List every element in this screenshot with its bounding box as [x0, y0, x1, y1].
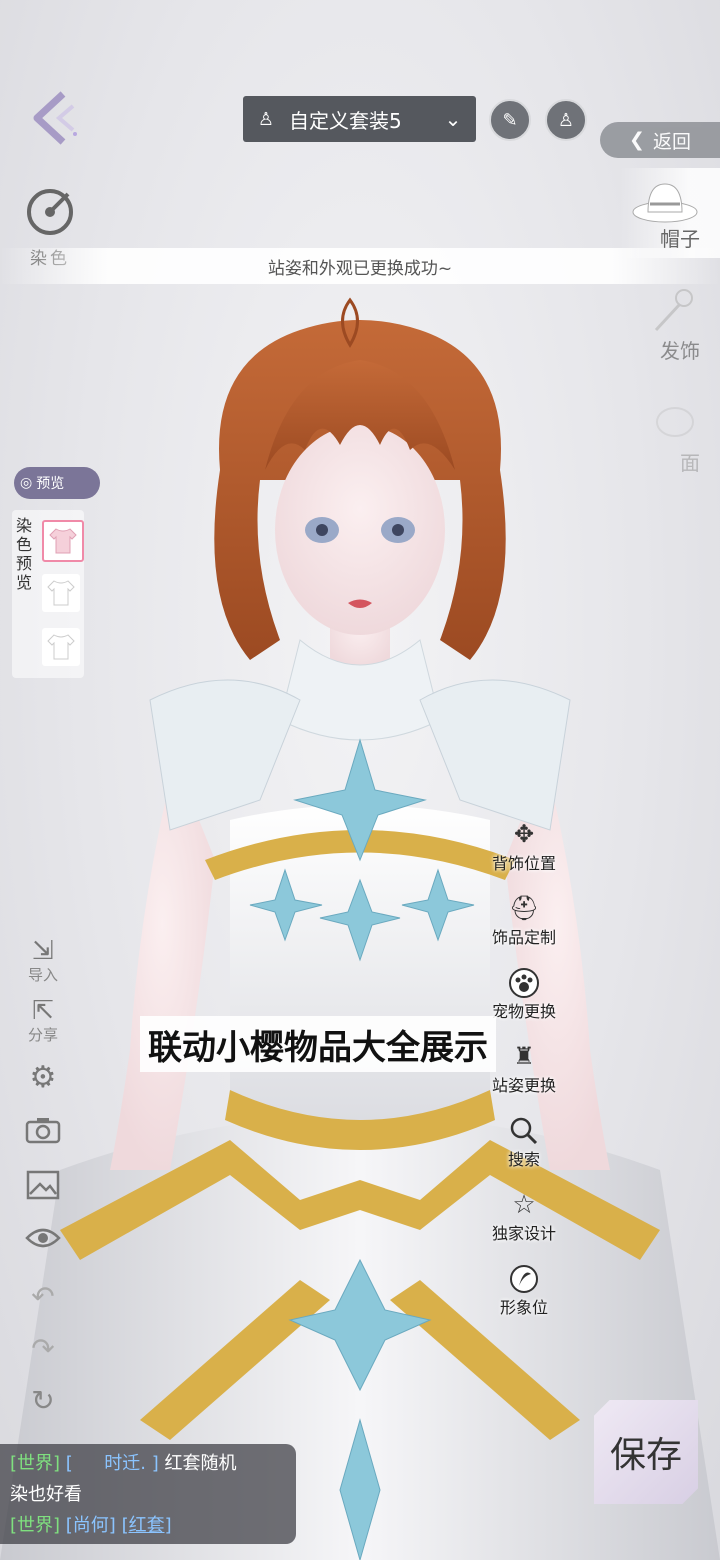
- character-illustration: [0, 297, 720, 1560]
- face-icon: [656, 407, 694, 437]
- redo-icon: ↷: [31, 1332, 55, 1365]
- dye-preview-panel: 染色预览: [12, 510, 84, 678]
- share-icon: ⇱: [32, 996, 54, 1026]
- import-label: 导入: [27, 966, 58, 984]
- chat-channel: [世界]: [10, 1515, 61, 1536]
- search-button[interactable]: 搜索: [482, 1116, 566, 1170]
- preview-toggle[interactable]: ◎ 预览: [14, 467, 100, 499]
- eye-icon: ◎: [20, 475, 33, 491]
- return-label: 返回: [652, 130, 691, 153]
- import-button[interactable]: ⇲ 导入: [20, 936, 66, 985]
- gallery-button[interactable]: [20, 1170, 66, 1204]
- function-label: 饰品定制: [491, 928, 556, 947]
- hairpin-icon: [654, 289, 693, 332]
- function-label: 站姿更换: [491, 1076, 556, 1095]
- undo-icon: ↶: [31, 1280, 55, 1313]
- shirt-icon: [47, 634, 75, 660]
- outfit-name: 自定义套装5: [289, 108, 402, 133]
- outfit-selector[interactable]: ♙ 自定义套装5 ⌄: [243, 96, 476, 142]
- chat-line: [世界] [尚何] [红套]: [10, 1510, 286, 1541]
- toast-text: 站姿和外观已更换成功~: [267, 258, 453, 279]
- chat-username[interactable]: [尚何]: [66, 1515, 116, 1536]
- chat-message: 染也好看: [10, 1484, 82, 1505]
- pet-change-button[interactable]: 宠物更换: [482, 968, 566, 1022]
- chat-line: [世界] [ 时迁. ] 红套随机: [10, 1448, 286, 1479]
- chat-username[interactable]: 时迁.: [104, 1453, 146, 1474]
- brush-button[interactable]: ✎: [489, 99, 531, 141]
- save-button[interactable]: 保存: [594, 1400, 698, 1504]
- share-label: 分享: [27, 1026, 58, 1044]
- camera-icon: [25, 1118, 61, 1144]
- avatar-slot-icon: [509, 1264, 539, 1294]
- function-label: 背饰位置: [491, 854, 556, 873]
- accessory-icon: ⛑: [509, 894, 540, 922]
- undo-button[interactable]: ↶: [20, 1280, 66, 1313]
- category-label: 帽子: [660, 227, 700, 251]
- world-chat[interactable]: [世界] [ 时迁. ] 红套随机 染也好看 [世界] [尚何] [红套]: [0, 1444, 296, 1544]
- chat-bracket: ]: [151, 1453, 159, 1474]
- category-label: 面: [680, 451, 700, 475]
- eye-icon: [25, 1228, 61, 1248]
- redo-button[interactable]: ↷: [20, 1332, 66, 1365]
- camera-button[interactable]: [20, 1116, 66, 1148]
- back-accessory-position-button[interactable]: ✥ 背饰位置: [482, 820, 566, 874]
- gear-icon: ⚙: [29, 1060, 57, 1095]
- shirt-icon: [47, 580, 75, 606]
- chat-item-link[interactable]: [红套]: [122, 1515, 172, 1536]
- dye-preview-slot-3[interactable]: [42, 628, 80, 666]
- paw-icon: [509, 968, 539, 998]
- move-icon: ✥: [513, 820, 535, 848]
- palette-icon: [27, 189, 73, 235]
- save-label: 保存: [609, 1435, 682, 1476]
- image-icon: [26, 1170, 60, 1200]
- chevron-left-icon: ❮: [629, 129, 645, 151]
- back-arrow-icon: [33, 91, 77, 145]
- toast-message: 站姿和外观已更换成功~: [0, 248, 720, 284]
- pose-icon: ♜: [513, 1042, 535, 1070]
- function-label: 独家设计: [491, 1224, 556, 1243]
- dress-button[interactable]: ♙: [545, 99, 587, 141]
- dress-icon: ♙: [557, 109, 575, 131]
- import-icon: ⇲: [32, 936, 54, 966]
- return-button[interactable]: ❮ 返回: [600, 122, 720, 158]
- dye-preview-slot-2[interactable]: [42, 574, 80, 612]
- chevron-down-icon: ⌄: [444, 107, 462, 131]
- reset-button[interactable]: ↻: [20, 1384, 66, 1417]
- category-hat[interactable]: 帽子: [620, 168, 720, 258]
- star-icon: ☆: [512, 1190, 536, 1220]
- chat-message: 红套随机: [164, 1453, 237, 1474]
- avatar-slot-button[interactable]: 形象位: [482, 1264, 566, 1318]
- brush-icon: ✎: [502, 109, 518, 131]
- preview-label: 预览: [36, 476, 65, 492]
- back-button[interactable]: [20, 86, 90, 150]
- reset-icon: ↻: [31, 1384, 55, 1417]
- dye-preview-label: 染色预览: [16, 516, 33, 592]
- dye-preview-slot-1[interactable]: [42, 520, 84, 562]
- dress-icon: ♙: [257, 108, 275, 130]
- category-label: 发饰: [660, 339, 700, 363]
- settings-button[interactable]: ⚙: [20, 1060, 66, 1095]
- caption-text: 联动小樱物品大全展示: [148, 1027, 488, 1068]
- category-face[interactable]: 面: [620, 392, 720, 482]
- shirt-icon: [49, 528, 77, 554]
- visibility-button[interactable]: [20, 1226, 66, 1254]
- function-label: 搜索: [507, 1150, 540, 1169]
- category-hair-accessory[interactable]: 发饰: [620, 280, 720, 370]
- hat-icon: [632, 183, 698, 223]
- chat-bracket: [: [65, 1453, 73, 1474]
- search-icon: [509, 1116, 539, 1146]
- exclusive-design-button[interactable]: ☆ 独家设计: [482, 1190, 566, 1244]
- share-button[interactable]: ⇱ 分享: [20, 996, 66, 1045]
- function-label: 形象位: [499, 1298, 548, 1317]
- accessory-custom-button[interactable]: ⛑ 饰品定制: [482, 894, 566, 948]
- chat-line: 染也好看: [10, 1479, 286, 1510]
- video-caption: 联动小樱物品大全展示: [140, 1016, 496, 1072]
- chat-channel: [世界]: [10, 1453, 61, 1474]
